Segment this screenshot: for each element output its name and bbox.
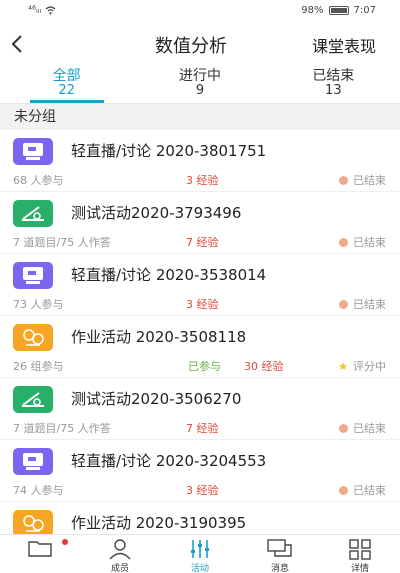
homework-activity-icon (13, 510, 53, 537)
experience-value: 7 经验 (186, 422, 219, 435)
status-text: 已结束 (353, 174, 386, 187)
tab-count: 13 (325, 83, 342, 98)
activity-title: 轻直播/讨论 2020-3538014 (71, 266, 267, 284)
status-dot (339, 237, 348, 247)
page-title: 数值分析 (155, 36, 227, 57)
status-dot (339, 485, 348, 495)
activity-title: 测试活动2020-3793496 (71, 204, 242, 222)
nav-bar: 数值分析 课堂表现 (0, 22, 400, 64)
status-text: 已结束 (353, 422, 386, 435)
tab-count: 22 (58, 83, 75, 98)
bottom-tab-messages[interactable]: 消息 (240, 535, 320, 573)
homework-activity-icon (13, 324, 53, 351)
star-icon: ★ (338, 359, 348, 373)
bottom-tab-label: 消息 (270, 564, 289, 573)
status-text: 已结束 (353, 484, 386, 497)
test-activity-icon (13, 386, 53, 413)
experience-value: 3 经验 (186, 484, 219, 497)
tab-in-progress[interactable]: 进行中 9 (133, 66, 266, 102)
activity-title: 作业活动 2020-3508118 (71, 328, 247, 346)
activity-item[interactable]: 轻直播/讨论 2020-3204553 74 人参与 3 经验 已结束 (0, 440, 400, 502)
bottom-tab-details[interactable]: 详情 (320, 535, 400, 573)
status-dot (339, 299, 348, 309)
bottom-tab-label: 活动 (190, 564, 209, 573)
test-activity-icon (13, 200, 53, 227)
members-icon (109, 539, 131, 560)
details-icon (349, 539, 371, 560)
broadcast-discussion-icon (13, 262, 53, 289)
activity-meta: 68 人参与 (13, 174, 64, 187)
activity-item[interactable]: 测试活动2020-3793496 7 道题目/75 人作答 7 经验 已结束 (0, 192, 400, 254)
activity-title: 作业活动 2020-3190395 (71, 514, 247, 532)
tab-finished[interactable]: 已结束 13 (267, 66, 400, 102)
battery-icon (328, 6, 349, 15)
class-performance-button[interactable]: 课堂表现 (312, 33, 376, 57)
status-badge: 已结束 (339, 420, 386, 436)
group-header: 未分组 (0, 104, 400, 130)
clock: 7:07 (353, 5, 376, 16)
status-badge: 已结束 (339, 234, 386, 250)
activity-item[interactable]: 测试活动2020-3506270 7 道题目/75 人作答 7 经验 已结束 (0, 378, 400, 440)
experience-value: 30 经验 (244, 360, 284, 373)
tab-all[interactable]: 全部 22 (0, 66, 133, 102)
activity-meta: 74 人参与 (13, 484, 64, 497)
experience-value: 7 经验 (186, 236, 219, 249)
status-dot (339, 175, 348, 185)
bottom-tab-label: 成员 (110, 564, 129, 573)
tab-count: 9 (195, 83, 205, 98)
bottom-tab-folder[interactable] (0, 535, 80, 573)
filter-tabs: 全部 22 进行中 9 已结束 13 (0, 66, 400, 102)
broadcast-discussion-icon (13, 138, 53, 165)
participated-label: 已参与 (188, 360, 221, 373)
activity-title: 测试活动2020-3506270 (71, 390, 242, 408)
activity-title: 轻直播/讨论 2020-3204553 (71, 452, 267, 470)
activity-icon (191, 540, 209, 558)
message-icon (267, 539, 292, 557)
bottom-tab-activity[interactable]: 活动 (160, 535, 240, 573)
signal-text: ⁴⁶ᵢₗₗ (28, 5, 42, 16)
status-right: 98% 7:07 (301, 5, 376, 16)
status-badge: 已结束 (339, 172, 386, 188)
bottom-navigation: 成员 活动 消息 详情 (0, 534, 400, 573)
folder-icon (28, 541, 52, 557)
wifi-icon (45, 6, 56, 15)
status-badge: 已结束 (339, 296, 386, 312)
tab-label: 已结束 (312, 68, 355, 84)
back-button[interactable] (10, 29, 34, 57)
status-bar: ⁴⁶ᵢₗₗ 98% 7:07 (0, 0, 400, 22)
status-badge: 已结束 (339, 482, 386, 498)
broadcast-discussion-icon (13, 448, 53, 475)
activity-meta: 73 人参与 (13, 298, 64, 311)
status-badge: ★ 评分中 (338, 358, 386, 374)
status-text: 评分中 (353, 360, 386, 373)
bottom-tab-label: 详情 (350, 564, 369, 573)
activity-meta: 26 组参与 (13, 360, 64, 373)
activity-item[interactable]: 轻直播/讨论 2020-3538014 73 人参与 3 经验 已结束 (0, 254, 400, 316)
tab-label: 进行中 (178, 68, 221, 84)
notification-badge (62, 539, 68, 545)
activity-item[interactable]: 作业活动 2020-3508118 26 组参与 已参与 30 经验 ★ 评分中 (0, 316, 400, 378)
experience-value: 3 经验 (186, 298, 219, 311)
status-text: 已结束 (353, 236, 386, 249)
status-dot (339, 423, 348, 433)
chevron-left-icon (11, 35, 22, 53)
signal-indicator: ⁴⁶ᵢₗₗ (28, 5, 56, 16)
activity-item[interactable]: 轻直播/讨论 2020-3801751 68 人参与 3 经验 已结束 (0, 130, 400, 192)
activity-title: 轻直播/讨论 2020-3801751 (71, 142, 267, 160)
bottom-tab-members[interactable]: 成员 (80, 535, 160, 573)
experience-value: 3 经验 (186, 174, 219, 187)
tab-label: 全部 (52, 68, 81, 84)
activity-meta: 7 道题目/75 人作答 (13, 236, 111, 249)
battery-percent: 98% (301, 5, 324, 16)
status-text: 已结束 (353, 298, 386, 311)
activity-meta: 7 道题目/75 人作答 (13, 422, 111, 435)
